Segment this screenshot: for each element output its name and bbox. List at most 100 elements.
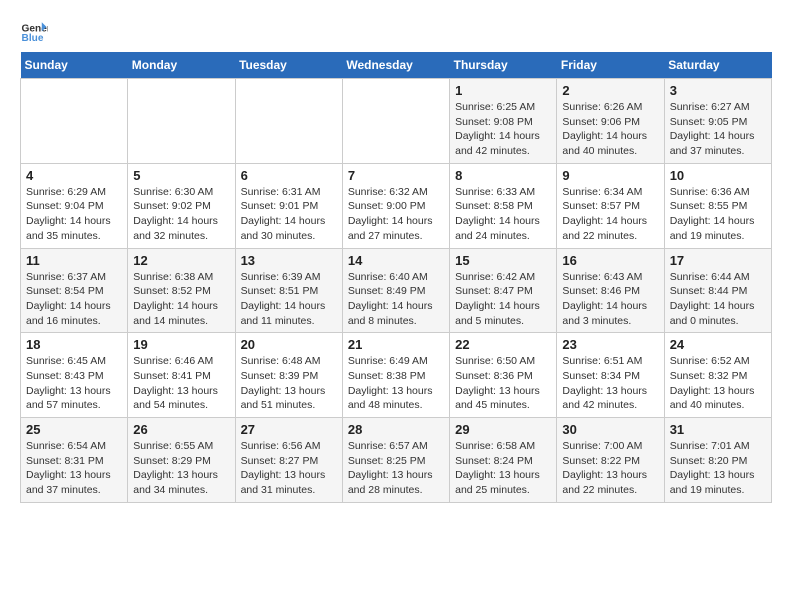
day-cell: 20 Sunrise: 6:48 AM Sunset: 8:39 PM Dayli…	[235, 333, 342, 418]
header-cell-tuesday: Tuesday	[235, 52, 342, 79]
day-info: Sunrise: 6:31 AM Sunset: 9:01 PM Dayligh…	[241, 185, 337, 244]
header-cell-saturday: Saturday	[664, 52, 771, 79]
header-cell-thursday: Thursday	[450, 52, 557, 79]
day-number: 1	[455, 83, 551, 98]
day-info: Sunrise: 6:43 AM Sunset: 8:46 PM Dayligh…	[562, 270, 658, 329]
day-cell: 8 Sunrise: 6:33 AM Sunset: 8:58 PM Daylig…	[450, 163, 557, 248]
day-number: 16	[562, 253, 658, 268]
logo: General Blue	[20, 16, 48, 44]
day-info: Sunrise: 6:34 AM Sunset: 8:57 PM Dayligh…	[562, 185, 658, 244]
day-cell: 1 Sunrise: 6:25 AM Sunset: 9:08 PM Daylig…	[450, 79, 557, 164]
day-info: Sunrise: 6:30 AM Sunset: 9:02 PM Dayligh…	[133, 185, 229, 244]
day-info: Sunrise: 6:46 AM Sunset: 8:41 PM Dayligh…	[133, 354, 229, 413]
day-number: 10	[670, 168, 766, 183]
day-cell: 13 Sunrise: 6:39 AM Sunset: 8:51 PM Dayli…	[235, 248, 342, 333]
day-info: Sunrise: 6:32 AM Sunset: 9:00 PM Dayligh…	[348, 185, 444, 244]
day-cell: 10 Sunrise: 6:36 AM Sunset: 8:55 PM Dayli…	[664, 163, 771, 248]
day-number: 26	[133, 422, 229, 437]
day-number: 9	[562, 168, 658, 183]
day-number: 23	[562, 337, 658, 352]
day-cell: 27 Sunrise: 6:56 AM Sunset: 8:27 PM Dayli…	[235, 418, 342, 503]
day-number: 21	[348, 337, 444, 352]
day-number: 28	[348, 422, 444, 437]
day-number: 3	[670, 83, 766, 98]
day-info: Sunrise: 6:27 AM Sunset: 9:05 PM Dayligh…	[670, 100, 766, 159]
day-info: Sunrise: 6:39 AM Sunset: 8:51 PM Dayligh…	[241, 270, 337, 329]
day-number: 5	[133, 168, 229, 183]
day-number: 6	[241, 168, 337, 183]
day-number: 2	[562, 83, 658, 98]
day-cell: 28 Sunrise: 6:57 AM Sunset: 8:25 PM Dayli…	[342, 418, 449, 503]
page-header: General Blue	[20, 16, 772, 44]
day-info: Sunrise: 6:52 AM Sunset: 8:32 PM Dayligh…	[670, 354, 766, 413]
day-cell: 31Sunrise: 7:01 AM Sunset: 8:20 PM Dayli…	[664, 418, 771, 503]
day-number: 25	[26, 422, 122, 437]
day-info: Sunrise: 6:55 AM Sunset: 8:29 PM Dayligh…	[133, 439, 229, 498]
day-number: 15	[455, 253, 551, 268]
day-info: Sunrise: 6:51 AM Sunset: 8:34 PM Dayligh…	[562, 354, 658, 413]
day-cell: 17 Sunrise: 6:44 AM Sunset: 8:44 PM Dayli…	[664, 248, 771, 333]
day-info: Sunrise: 6:42 AM Sunset: 8:47 PM Dayligh…	[455, 270, 551, 329]
day-info: Sunrise: 6:25 AM Sunset: 9:08 PM Dayligh…	[455, 100, 551, 159]
day-cell: 21Sunrise: 6:49 AM Sunset: 8:38 PM Dayli…	[342, 333, 449, 418]
day-cell	[128, 79, 235, 164]
day-number: 11	[26, 253, 122, 268]
calendar-table: SundayMondayTuesdayWednesdayThursdayFrid…	[20, 52, 772, 503]
day-info: Sunrise: 6:40 AM Sunset: 8:49 PM Dayligh…	[348, 270, 444, 329]
day-number: 27	[241, 422, 337, 437]
day-number: 29	[455, 422, 551, 437]
header-cell-sunday: Sunday	[21, 52, 128, 79]
day-number: 30	[562, 422, 658, 437]
day-cell: 12 Sunrise: 6:38 AM Sunset: 8:52 PM Dayli…	[128, 248, 235, 333]
day-number: 12	[133, 253, 229, 268]
day-cell: 22Sunrise: 6:50 AM Sunset: 8:36 PM Dayli…	[450, 333, 557, 418]
day-info: Sunrise: 6:37 AM Sunset: 8:54 PM Dayligh…	[26, 270, 122, 329]
day-info: Sunrise: 6:26 AM Sunset: 9:06 PM Dayligh…	[562, 100, 658, 159]
day-cell: 30 Sunrise: 7:00 AM Sunset: 8:22 PM Dayli…	[557, 418, 664, 503]
week-row-3: 11 Sunrise: 6:37 AM Sunset: 8:54 PM Dayli…	[21, 248, 772, 333]
day-cell: 25 Sunrise: 6:54 AM Sunset: 8:31 PM Dayli…	[21, 418, 128, 503]
day-info: Sunrise: 6:33 AM Sunset: 8:58 PM Dayligh…	[455, 185, 551, 244]
day-info: Sunrise: 6:36 AM Sunset: 8:55 PM Dayligh…	[670, 185, 766, 244]
day-info: Sunrise: 6:57 AM Sunset: 8:25 PM Dayligh…	[348, 439, 444, 498]
day-info: Sunrise: 7:00 AM Sunset: 8:22 PM Dayligh…	[562, 439, 658, 498]
week-row-2: 4Sunrise: 6:29 AM Sunset: 9:04 PM Daylig…	[21, 163, 772, 248]
day-cell	[342, 79, 449, 164]
day-cell: 16 Sunrise: 6:43 AM Sunset: 8:46 PM Dayli…	[557, 248, 664, 333]
day-cell: 9 Sunrise: 6:34 AM Sunset: 8:57 PM Daylig…	[557, 163, 664, 248]
svg-text:Blue: Blue	[22, 33, 44, 44]
day-cell: 6 Sunrise: 6:31 AM Sunset: 9:01 PM Daylig…	[235, 163, 342, 248]
day-info: Sunrise: 6:56 AM Sunset: 8:27 PM Dayligh…	[241, 439, 337, 498]
day-cell: 2 Sunrise: 6:26 AM Sunset: 9:06 PM Daylig…	[557, 79, 664, 164]
day-cell	[21, 79, 128, 164]
day-number: 8	[455, 168, 551, 183]
day-cell: 3 Sunrise: 6:27 AM Sunset: 9:05 PM Daylig…	[664, 79, 771, 164]
day-number: 22	[455, 337, 551, 352]
day-info: Sunrise: 6:44 AM Sunset: 8:44 PM Dayligh…	[670, 270, 766, 329]
day-number: 31	[670, 422, 766, 437]
day-number: 24	[670, 337, 766, 352]
day-cell: 11 Sunrise: 6:37 AM Sunset: 8:54 PM Dayli…	[21, 248, 128, 333]
day-number: 19	[133, 337, 229, 352]
day-info: Sunrise: 6:54 AM Sunset: 8:31 PM Dayligh…	[26, 439, 122, 498]
day-info: Sunrise: 6:45 AM Sunset: 8:43 PM Dayligh…	[26, 354, 122, 413]
day-cell: 24 Sunrise: 6:52 AM Sunset: 8:32 PM Dayli…	[664, 333, 771, 418]
day-number: 7	[348, 168, 444, 183]
week-row-4: 18 Sunrise: 6:45 AM Sunset: 8:43 PM Dayli…	[21, 333, 772, 418]
header-cell-friday: Friday	[557, 52, 664, 79]
day-cell: 14 Sunrise: 6:40 AM Sunset: 8:49 PM Dayli…	[342, 248, 449, 333]
day-cell: 4Sunrise: 6:29 AM Sunset: 9:04 PM Daylig…	[21, 163, 128, 248]
day-info: Sunrise: 6:48 AM Sunset: 8:39 PM Dayligh…	[241, 354, 337, 413]
header-row: SundayMondayTuesdayWednesdayThursdayFrid…	[21, 52, 772, 79]
week-row-1: 1 Sunrise: 6:25 AM Sunset: 9:08 PM Daylig…	[21, 79, 772, 164]
header-cell-wednesday: Wednesday	[342, 52, 449, 79]
day-number: 18	[26, 337, 122, 352]
day-number: 13	[241, 253, 337, 268]
day-cell: 19 Sunrise: 6:46 AM Sunset: 8:41 PM Dayli…	[128, 333, 235, 418]
day-cell: 26 Sunrise: 6:55 AM Sunset: 8:29 PM Dayli…	[128, 418, 235, 503]
day-info: Sunrise: 6:38 AM Sunset: 8:52 PM Dayligh…	[133, 270, 229, 329]
day-number: 14	[348, 253, 444, 268]
day-cell: 18 Sunrise: 6:45 AM Sunset: 8:43 PM Dayli…	[21, 333, 128, 418]
day-number: 17	[670, 253, 766, 268]
day-number: 20	[241, 337, 337, 352]
